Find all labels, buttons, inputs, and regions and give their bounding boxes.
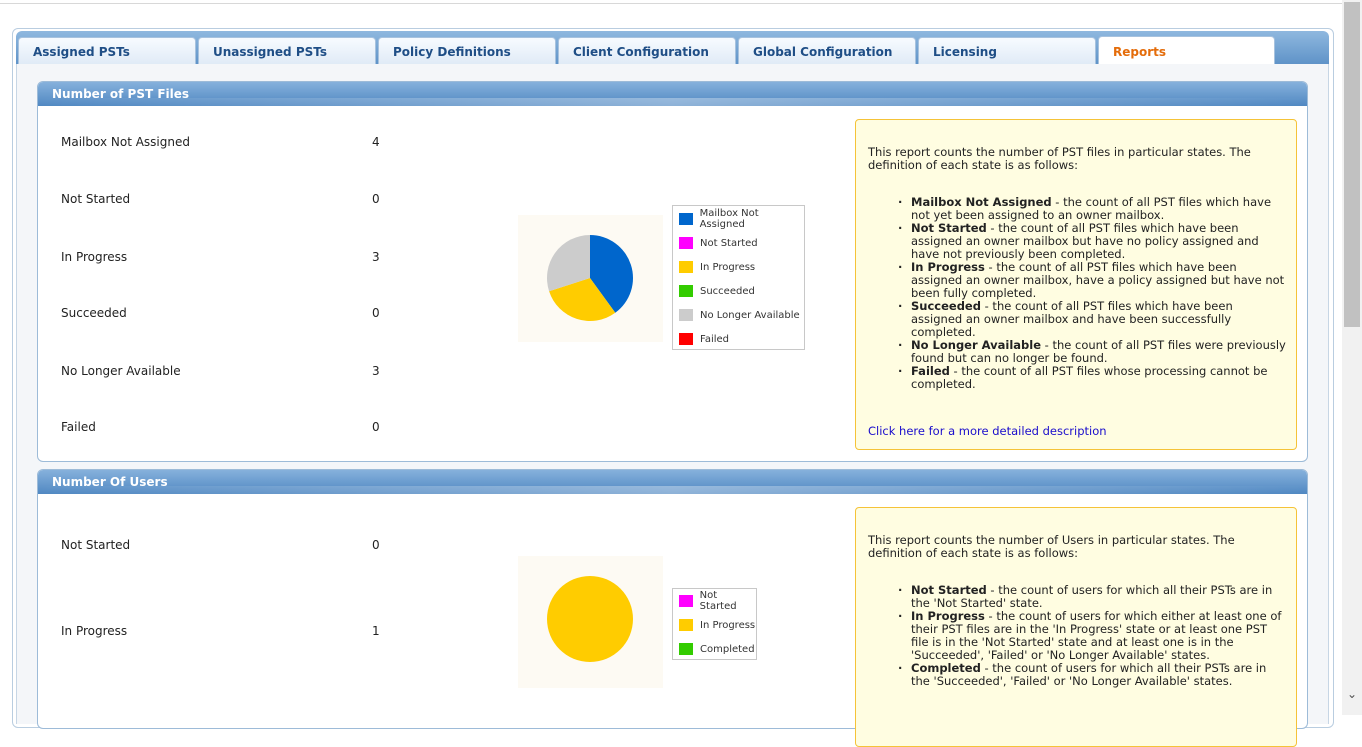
legend-swatch	[679, 285, 693, 297]
legend-label: No Longer Available	[700, 309, 800, 321]
state-term: Not Started	[911, 583, 987, 597]
state-definition-item: Failed - the count of all PST files whos…	[898, 365, 1286, 391]
detailed-description-link[interactable]: Click here for a more detailed descripti…	[868, 425, 1107, 438]
stat-value-no-longer-available: 3	[372, 364, 380, 378]
users-panel-title: Number Of Users	[38, 470, 1307, 494]
user-stat-value-in-progress: 1	[372, 624, 380, 638]
state-term: Succeeded	[911, 299, 981, 313]
pst-legend-item: In Progress	[673, 255, 804, 279]
state-definition-item: In Progress - the count of users for whi…	[898, 610, 1286, 662]
state-definition-item: Completed - the count of users for which…	[898, 662, 1286, 688]
state-description: - the count of all PST files whose proce…	[911, 364, 1268, 391]
legend-label: Succeeded	[700, 285, 755, 297]
stat-label-succeeded: Succeeded	[61, 306, 127, 320]
pst-files-panel-title: Number of PST Files	[38, 82, 1307, 106]
legend-swatch	[679, 309, 693, 321]
stat-value-succeeded: 0	[372, 306, 380, 320]
scroll-down-icon[interactable]: ⌄	[1342, 687, 1362, 701]
pst-chart-legend: Mailbox Not Assigned Not Started In Progre…	[672, 205, 805, 350]
state-definition-item: Succeeded - the count of all PST files w…	[898, 300, 1286, 339]
state-term: Mailbox Not Assigned	[911, 195, 1052, 209]
window-top-edge	[0, 0, 1342, 4]
stat-value-not-started: 0	[372, 192, 380, 206]
pst-legend-item: Failed	[673, 327, 804, 351]
legend-swatch	[679, 595, 693, 607]
pst-pie-chart	[547, 235, 633, 321]
user-state-definitions: Not Started - the count of users for whi…	[898, 584, 1286, 688]
tab-client-configuration[interactable]: Client Configuration	[558, 37, 736, 65]
user-stat-label-in-progress: In Progress	[61, 624, 128, 638]
legend-swatch	[679, 237, 693, 249]
user-stat-value-not-started: 0	[372, 538, 380, 552]
users-legend-item: In Progress	[673, 613, 756, 637]
stat-label-failed: Failed	[61, 420, 96, 434]
stat-value-mailbox-not-assigned: 4	[372, 135, 380, 149]
state-definition-item: In Progress - the count of all PST files…	[898, 261, 1286, 300]
stat-label-mailbox-not-assigned: Mailbox Not Assigned	[61, 135, 190, 149]
pst-legend-item: Not Started	[673, 231, 804, 255]
legend-swatch	[679, 619, 693, 631]
scrollbar-thumb[interactable]	[1344, 2, 1360, 327]
legend-label: Failed	[700, 333, 730, 345]
legend-swatch	[679, 213, 693, 225]
user-stat-label-not-started: Not Started	[61, 538, 131, 552]
legend-swatch	[679, 333, 693, 345]
state-term: Completed	[911, 661, 981, 675]
state-term: In Progress	[911, 609, 985, 623]
tab-global-configuration[interactable]: Global Configuration	[738, 37, 916, 65]
state-definition-item: No Longer Available - the count of all P…	[898, 339, 1286, 365]
users-panel: Number Of Users Not Started 0 In Progres…	[37, 469, 1308, 747]
legend-label: Not Started	[699, 590, 737, 612]
users-pie-chart-area	[518, 556, 663, 688]
legend-swatch	[679, 261, 693, 273]
legend-label: Not Started	[700, 237, 758, 249]
pst-legend-item: Succeeded	[673, 279, 804, 303]
users-legend-item: Not Started	[673, 589, 756, 613]
tab-policy-definitions[interactable]: Policy Definitions	[378, 37, 556, 65]
legend-swatch	[679, 643, 693, 655]
legend-label: Mailbox Not Assigned	[699, 208, 759, 230]
stat-label-not-started: Not Started	[61, 192, 131, 206]
stat-label-no-longer-available: No Longer Available	[61, 364, 181, 378]
users-chart-legend: Not Started In Progress Completed	[672, 588, 757, 660]
vertical-scrollbar[interactable]: ⌄	[1342, 0, 1362, 715]
pst-pie-chart-area	[518, 215, 663, 342]
pst-legend-item: No Longer Available	[673, 303, 804, 327]
legend-label: In Progress	[700, 619, 756, 631]
tab-licensing[interactable]: Licensing	[918, 37, 1096, 65]
users-pie-chart	[547, 576, 633, 662]
state-definition-item: Not Started - the count of users for whi…	[898, 584, 1286, 610]
stat-value-failed: 0	[372, 420, 380, 434]
pst-files-panel: Number of PST Files Mailbox Not Assigned…	[37, 81, 1308, 462]
legend-label: Completed	[700, 643, 755, 655]
legend-label: In Progress	[700, 261, 756, 273]
users-legend-item: Completed	[673, 637, 756, 661]
users-report-intro: This report counts the number of Users i…	[868, 533, 1235, 560]
pst-report-intro: This report counts the number of PST fil…	[868, 145, 1251, 172]
state-term: No Longer Available	[911, 338, 1042, 352]
pst-state-definitions: Mailbox Not Assigned - the count of all …	[898, 196, 1286, 391]
stat-label-in-progress: In Progress	[61, 250, 128, 264]
state-term: In Progress	[911, 260, 985, 274]
tab-reports[interactable]: Reports	[1098, 36, 1275, 65]
users-report-description: This report counts the number of Users i…	[855, 507, 1297, 747]
tab-assigned-psts[interactable]: Assigned PSTs	[18, 37, 196, 65]
state-term: Not Started	[911, 221, 987, 235]
state-definition-item: Not Started - the count of all PST files…	[898, 222, 1286, 261]
pst-legend-item: Mailbox Not Assigned	[673, 207, 804, 231]
pst-report-description: This report counts the number of PST fil…	[855, 119, 1297, 450]
state-definition-item: Mailbox Not Assigned - the count of all …	[898, 196, 1286, 222]
state-term: Failed	[911, 364, 950, 378]
pie-slice-in-progress	[547, 576, 633, 662]
tab-unassigned-psts[interactable]: Unassigned PSTs	[198, 37, 376, 65]
stat-value-in-progress: 3	[372, 250, 380, 264]
